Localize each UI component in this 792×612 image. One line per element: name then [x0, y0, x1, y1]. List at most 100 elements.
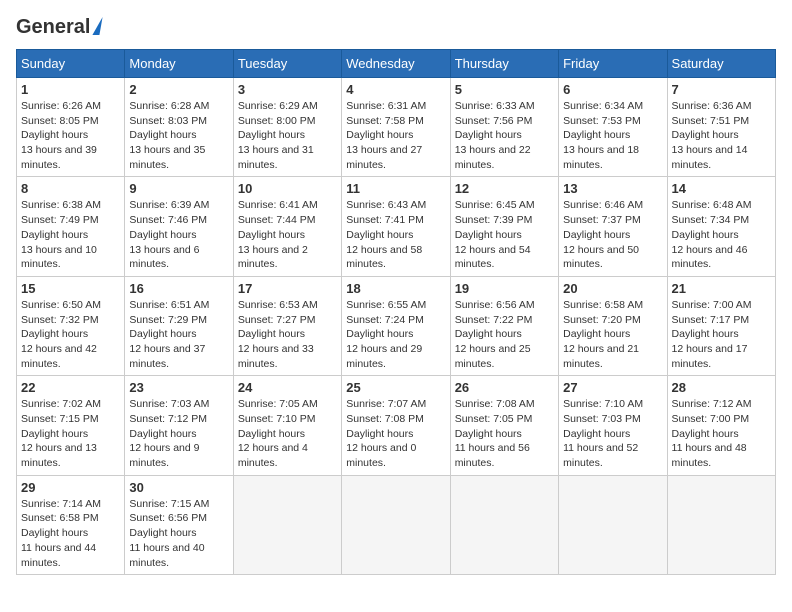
- day-number: 8: [21, 181, 120, 196]
- calendar-cell: 3 Sunrise: 6:29 AMSunset: 8:00 PMDaylight…: [233, 78, 341, 177]
- calendar-cell: 14 Sunrise: 6:48 AMSunset: 7:34 PMDayligh…: [667, 177, 775, 276]
- calendar-cell: 16 Sunrise: 6:51 AMSunset: 7:29 PMDayligh…: [125, 276, 233, 375]
- header-tuesday: Tuesday: [233, 50, 341, 78]
- day-number: 10: [238, 181, 337, 196]
- calendar-table: SundayMondayTuesdayWednesdayThursdayFrid…: [16, 49, 776, 575]
- calendar-cell: 22 Sunrise: 7:02 AMSunset: 7:15 PMDayligh…: [17, 376, 125, 475]
- calendar-cell: 29 Sunrise: 7:14 AMSunset: 6:58 PMDayligh…: [17, 475, 125, 574]
- day-number: 20: [563, 281, 662, 296]
- header-monday: Monday: [125, 50, 233, 78]
- header-thursday: Thursday: [450, 50, 558, 78]
- calendar-cell: 13 Sunrise: 6:46 AMSunset: 7:37 PMDayligh…: [559, 177, 667, 276]
- cell-info: Sunrise: 6:31 AMSunset: 7:58 PMDaylight …: [346, 100, 426, 171]
- calendar-cell: 21Sunrise: 7:00 AMSunset: 7:17 PMDayligh…: [667, 276, 775, 375]
- day-number: 11: [346, 181, 445, 196]
- page-header: General: [16, 16, 776, 39]
- logo: General: [16, 16, 101, 39]
- calendar-cell: 5 Sunrise: 6:33 AMSunset: 7:56 PMDaylight…: [450, 78, 558, 177]
- cell-info: Sunrise: 6:50 AMSunset: 7:32 PMDaylight …: [21, 299, 101, 370]
- calendar-week-row: 8 Sunrise: 6:38 AMSunset: 7:49 PMDaylight…: [17, 177, 776, 276]
- calendar-cell: [667, 475, 775, 574]
- day-number: 28: [672, 380, 771, 395]
- cell-info: Sunrise: 6:26 AMSunset: 8:05 PMDaylight …: [21, 100, 101, 171]
- cell-info: Sunrise: 6:56 AMSunset: 7:22 PMDaylight …: [455, 299, 535, 370]
- cell-info: Sunrise: 6:55 AMSunset: 7:24 PMDaylight …: [346, 299, 426, 370]
- calendar-cell: [450, 475, 558, 574]
- day-number: 6: [563, 82, 662, 97]
- day-number: 12: [455, 181, 554, 196]
- cell-info: Sunrise: 7:12 AMSunset: 7:00 PMDaylight …: [672, 398, 752, 469]
- calendar-cell: [559, 475, 667, 574]
- calendar-cell: 8 Sunrise: 6:38 AMSunset: 7:49 PMDaylight…: [17, 177, 125, 276]
- day-number: 21: [672, 281, 771, 296]
- calendar-cell: 27 Sunrise: 7:10 AMSunset: 7:03 PMDayligh…: [559, 376, 667, 475]
- day-number: 7: [672, 82, 771, 97]
- day-number: 9: [129, 181, 228, 196]
- day-number: 29: [21, 480, 120, 495]
- day-number: 3: [238, 82, 337, 97]
- calendar-cell: 26 Sunrise: 7:08 AMSunset: 7:05 PMDayligh…: [450, 376, 558, 475]
- cell-info: Sunrise: 7:02 AMSunset: 7:15 PMDaylight …: [21, 398, 101, 469]
- calendar-week-row: 29 Sunrise: 7:14 AMSunset: 6:58 PMDayligh…: [17, 475, 776, 574]
- day-number: 5: [455, 82, 554, 97]
- day-number: 24: [238, 380, 337, 395]
- calendar-cell: 20 Sunrise: 6:58 AMSunset: 7:20 PMDayligh…: [559, 276, 667, 375]
- header-wednesday: Wednesday: [342, 50, 450, 78]
- calendar-header-row: SundayMondayTuesdayWednesdayThursdayFrid…: [17, 50, 776, 78]
- day-number: 2: [129, 82, 228, 97]
- calendar-cell: 17 Sunrise: 6:53 AMSunset: 7:27 PMDayligh…: [233, 276, 341, 375]
- cell-info: Sunrise: 6:58 AMSunset: 7:20 PMDaylight …: [563, 299, 643, 370]
- calendar-cell: 30 Sunrise: 7:15 AMSunset: 6:56 PMDayligh…: [125, 475, 233, 574]
- calendar-cell: 7 Sunrise: 6:36 AMSunset: 7:51 PMDaylight…: [667, 78, 775, 177]
- cell-info: Sunrise: 6:34 AMSunset: 7:53 PMDaylight …: [563, 100, 643, 171]
- header-sunday: Sunday: [17, 50, 125, 78]
- day-number: 19: [455, 281, 554, 296]
- calendar-week-row: 1Sunrise: 6:26 AMSunset: 8:05 PMDaylight…: [17, 78, 776, 177]
- calendar-cell: 11 Sunrise: 6:43 AMSunset: 7:41 PMDayligh…: [342, 177, 450, 276]
- logo-flag-icon: [93, 17, 103, 35]
- cell-info: Sunrise: 6:41 AMSunset: 7:44 PMDaylight …: [238, 199, 318, 270]
- cell-info: Sunrise: 6:36 AMSunset: 7:51 PMDaylight …: [672, 100, 752, 171]
- day-number: 13: [563, 181, 662, 196]
- cell-info: Sunrise: 7:10 AMSunset: 7:03 PMDaylight …: [563, 398, 643, 469]
- cell-info: Sunrise: 6:53 AMSunset: 7:27 PMDaylight …: [238, 299, 318, 370]
- cell-info: Sunrise: 6:43 AMSunset: 7:41 PMDaylight …: [346, 199, 426, 270]
- calendar-cell: 15 Sunrise: 6:50 AMSunset: 7:32 PMDayligh…: [17, 276, 125, 375]
- calendar-cell: 4 Sunrise: 6:31 AMSunset: 7:58 PMDaylight…: [342, 78, 450, 177]
- day-number: 14: [672, 181, 771, 196]
- cell-info: Sunrise: 6:33 AMSunset: 7:56 PMDaylight …: [455, 100, 535, 171]
- calendar-cell: 1Sunrise: 6:26 AMSunset: 8:05 PMDaylight…: [17, 78, 125, 177]
- day-number: 25: [346, 380, 445, 395]
- cell-info: Sunrise: 7:07 AMSunset: 7:08 PMDaylight …: [346, 398, 426, 469]
- logo-general: General: [16, 16, 90, 39]
- calendar-cell: [342, 475, 450, 574]
- cell-info: Sunrise: 6:39 AMSunset: 7:46 PMDaylight …: [129, 199, 209, 270]
- calendar-cell: 23Sunrise: 7:03 AMSunset: 7:12 PMDayligh…: [125, 376, 233, 475]
- calendar-cell: 12 Sunrise: 6:45 AMSunset: 7:39 PMDayligh…: [450, 177, 558, 276]
- day-number: 17: [238, 281, 337, 296]
- header-saturday: Saturday: [667, 50, 775, 78]
- cell-info: Sunrise: 7:15 AMSunset: 6:56 PMDaylight …: [129, 498, 209, 569]
- calendar-cell: 18Sunrise: 6:55 AMSunset: 7:24 PMDayligh…: [342, 276, 450, 375]
- cell-info: Sunrise: 7:14 AMSunset: 6:58 PMDaylight …: [21, 498, 101, 569]
- day-number: 22: [21, 380, 120, 395]
- calendar-cell: [233, 475, 341, 574]
- day-number: 26: [455, 380, 554, 395]
- cell-info: Sunrise: 6:48 AMSunset: 7:34 PMDaylight …: [672, 199, 752, 270]
- cell-info: Sunrise: 6:28 AMSunset: 8:03 PMDaylight …: [129, 100, 209, 171]
- calendar-cell: 2 Sunrise: 6:28 AMSunset: 8:03 PMDaylight…: [125, 78, 233, 177]
- day-number: 27: [563, 380, 662, 395]
- cell-info: Sunrise: 6:51 AMSunset: 7:29 PMDaylight …: [129, 299, 209, 370]
- cell-info: Sunrise: 6:29 AMSunset: 8:00 PMDaylight …: [238, 100, 318, 171]
- cell-info: Sunrise: 6:45 AMSunset: 7:39 PMDaylight …: [455, 199, 535, 270]
- cell-info: Sunrise: 6:38 AMSunset: 7:49 PMDaylight …: [21, 199, 101, 270]
- day-number: 15: [21, 281, 120, 296]
- calendar-cell: 6 Sunrise: 6:34 AMSunset: 7:53 PMDaylight…: [559, 78, 667, 177]
- calendar-week-row: 15 Sunrise: 6:50 AMSunset: 7:32 PMDayligh…: [17, 276, 776, 375]
- cell-info: Sunrise: 7:08 AMSunset: 7:05 PMDaylight …: [455, 398, 535, 469]
- day-number: 30: [129, 480, 228, 495]
- day-number: 4: [346, 82, 445, 97]
- cell-info: Sunrise: 6:46 AMSunset: 7:37 PMDaylight …: [563, 199, 643, 270]
- cell-info: Sunrise: 7:05 AMSunset: 7:10 PMDaylight …: [238, 398, 318, 469]
- day-number: 16: [129, 281, 228, 296]
